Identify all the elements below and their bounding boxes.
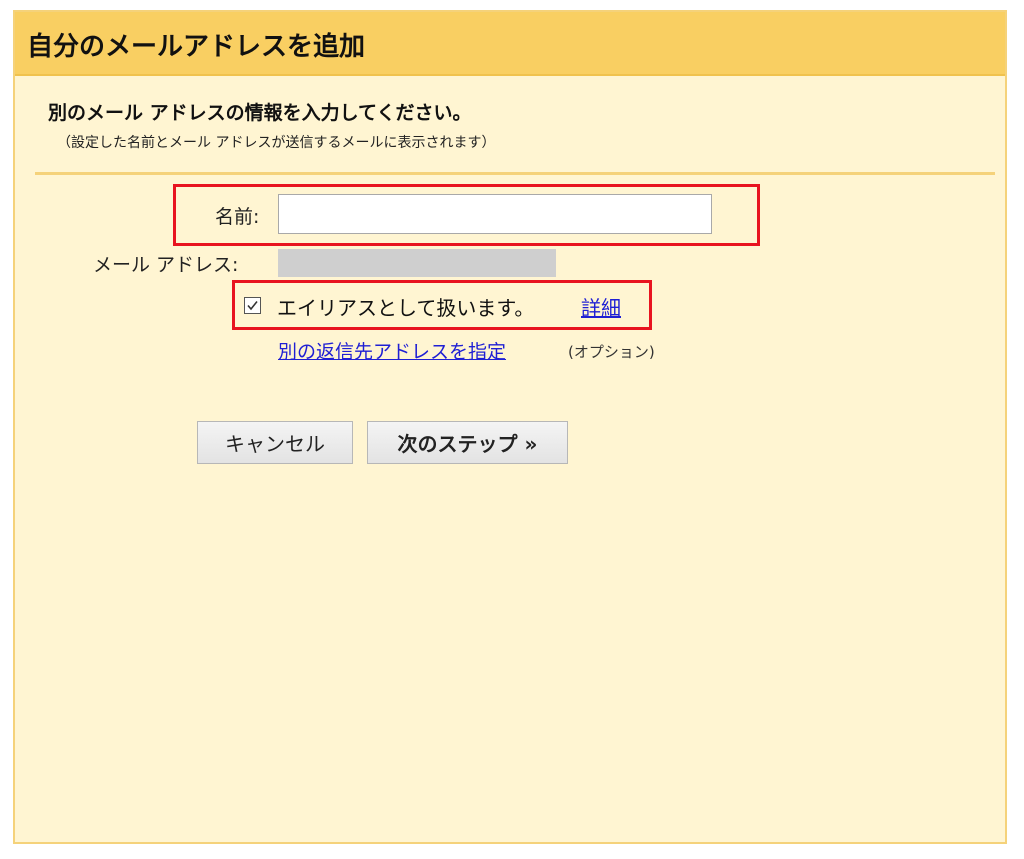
dialog-title: 自分のメールアドレスを追加: [27, 32, 366, 62]
section-divider: [35, 172, 995, 175]
name-label: 名前:: [215, 206, 260, 228]
name-input[interactable]: [278, 194, 712, 234]
dialog-title-bar: 自分のメールアドレスを追加: [15, 12, 1005, 76]
alias-label: エイリアスとして扱います。: [277, 296, 535, 320]
email-value-redacted: [278, 249, 556, 277]
form-subnote: （設定した名前とメール アドレスが送信するメールに表示されます）: [57, 135, 496, 151]
alias-details-link[interactable]: 詳細: [581, 292, 621, 321]
reply-to-optional-note: (オプション): [568, 343, 655, 361]
next-step-button[interactable]: 次のステップ »: [367, 421, 568, 464]
cancel-button[interactable]: キャンセル: [197, 421, 353, 464]
checkmark-icon: [247, 301, 258, 311]
form-heading: 別のメール アドレスの情報を入力してください。: [48, 102, 472, 124]
email-label: メール アドレス:: [93, 254, 239, 276]
alias-checkbox[interactable]: [244, 297, 261, 314]
add-email-dialog: 自分のメールアドレスを追加 別のメール アドレスの情報を入力してください。 （設…: [13, 10, 1007, 844]
reply-to-link[interactable]: 別の返信先アドレスを指定: [278, 337, 506, 364]
